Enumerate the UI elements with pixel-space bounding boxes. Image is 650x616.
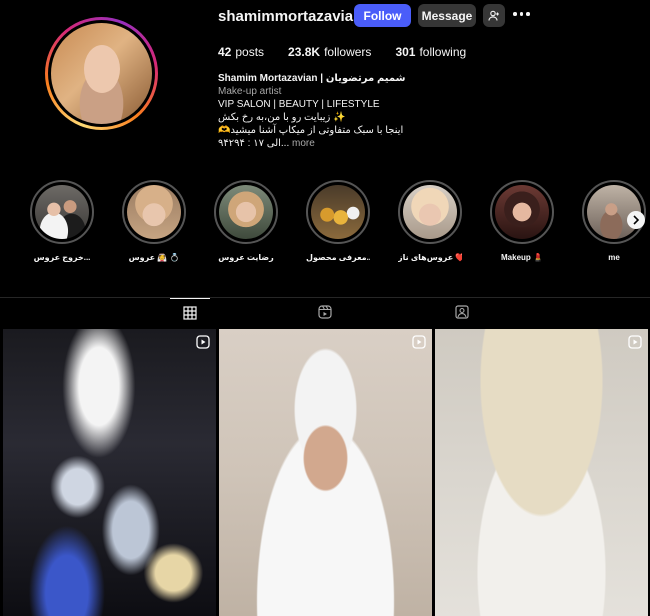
- tab-posts[interactable]: [170, 298, 210, 326]
- story-highlights: خروج عروس... عروس 👰 💍 رضایت عروس معرفی م…: [30, 180, 650, 265]
- following-label: following: [419, 45, 467, 59]
- highlight-label: Makeup 💄: [501, 253, 543, 262]
- bio-line: ...الی ۱۷ : ۹۴۲۹۴: [218, 138, 290, 149]
- follow-button[interactable]: Follow: [354, 4, 411, 27]
- posts-stat: 42 posts: [218, 45, 264, 59]
- highlight-item[interactable]: عروس 👰 💍: [122, 180, 186, 262]
- highlight-item[interactable]: خروج عروس...: [30, 180, 94, 262]
- highlight-cover: [495, 185, 549, 239]
- highlight-cover: [311, 185, 365, 239]
- more-dot: [526, 12, 530, 16]
- more-dot: [513, 12, 517, 16]
- reels-icon: [318, 305, 332, 319]
- profile-avatar-ring[interactable]: [45, 17, 158, 130]
- highlight-ring: [306, 180, 370, 244]
- avatar-inner: [48, 20, 155, 127]
- bio-more-link[interactable]: more: [292, 138, 315, 149]
- display-name: Shamim Mortazavian | شمیم مرتضویان: [218, 73, 406, 84]
- following-stat[interactable]: 301 following: [395, 45, 466, 59]
- followers-count: 23.8K: [288, 45, 321, 59]
- highlight-ring: [122, 180, 186, 244]
- following-count: 301: [395, 45, 416, 59]
- bio-line: ✨ زیبایت رو با من،به رخ بکش: [218, 112, 346, 123]
- post-thumbnail[interactable]: [435, 329, 648, 616]
- profile-tabs: [0, 297, 650, 325]
- profile-bio: Shamim Mortazavian | شمیم مرتضویان Make-…: [218, 72, 458, 150]
- tagged-icon: [455, 305, 469, 319]
- posts-count: 42: [218, 45, 232, 59]
- highlight-ring: [30, 180, 94, 244]
- highlight-item[interactable]: رضایت عروس: [214, 180, 278, 262]
- followers-stat[interactable]: 23.8K followers: [288, 45, 371, 59]
- bio-line: VIP SALON | BEAUTY | LIFESTYLE: [218, 99, 380, 110]
- bio-line: اینجا با سبک متفاوتی از میکاپ آشنا میشید…: [218, 125, 404, 136]
- avatar: [51, 23, 152, 124]
- tab-tagged[interactable]: [442, 298, 482, 326]
- post-thumbnail[interactable]: [3, 329, 216, 616]
- highlight-label: me: [608, 253, 620, 262]
- highlight-ring: [398, 180, 462, 244]
- highlight-label: رضایت عروس: [218, 253, 274, 262]
- highlight-cover: [219, 185, 273, 239]
- highlights-next-button[interactable]: [627, 211, 645, 229]
- highlight-item[interactable]: Makeup 💄: [490, 180, 554, 262]
- reel-icon: [628, 335, 642, 349]
- suggest-users-button[interactable]: [483, 4, 505, 27]
- message-button[interactable]: Message: [418, 4, 476, 27]
- highlight-label: عروس 👰 💍: [128, 253, 180, 262]
- highlight-item[interactable]: معرفی محصول...: [306, 180, 370, 262]
- highlight-cover: [127, 185, 181, 239]
- reel-icon: [196, 335, 210, 349]
- highlight-label: خروج عروس...: [33, 253, 91, 262]
- post-thumbnail[interactable]: [219, 329, 432, 616]
- highlight-label: معرفی محصول...: [306, 253, 370, 262]
- avatar-face: [84, 45, 120, 93]
- profile-username: shamimmortazavian: [218, 8, 363, 25]
- options-button[interactable]: [513, 7, 531, 21]
- highlight-item[interactable]: عروس‌های ناز ❤️: [398, 180, 462, 262]
- category-label: Make-up artist: [218, 86, 282, 97]
- profile-stats: 42 posts 23.8K followers 301 following: [218, 45, 490, 59]
- add-user-icon: [488, 10, 499, 21]
- highlight-cover: [35, 185, 89, 239]
- posts-label: posts: [235, 45, 265, 59]
- highlight-ring: [490, 180, 554, 244]
- bio-last-line: ...الی ۱۷ : ۹۴۲۹۴ more: [218, 137, 458, 150]
- reel-icon: [412, 335, 426, 349]
- grid-icon: [183, 305, 197, 320]
- chevron-right-icon: [633, 215, 640, 225]
- followers-label: followers: [324, 45, 372, 59]
- highlight-cover: [403, 185, 457, 239]
- tab-reels[interactable]: [305, 298, 345, 326]
- highlight-ring: [214, 180, 278, 244]
- highlight-label: عروس‌های ناز ❤️: [398, 253, 462, 262]
- more-dot: [519, 12, 523, 16]
- posts-grid: [3, 329, 648, 616]
